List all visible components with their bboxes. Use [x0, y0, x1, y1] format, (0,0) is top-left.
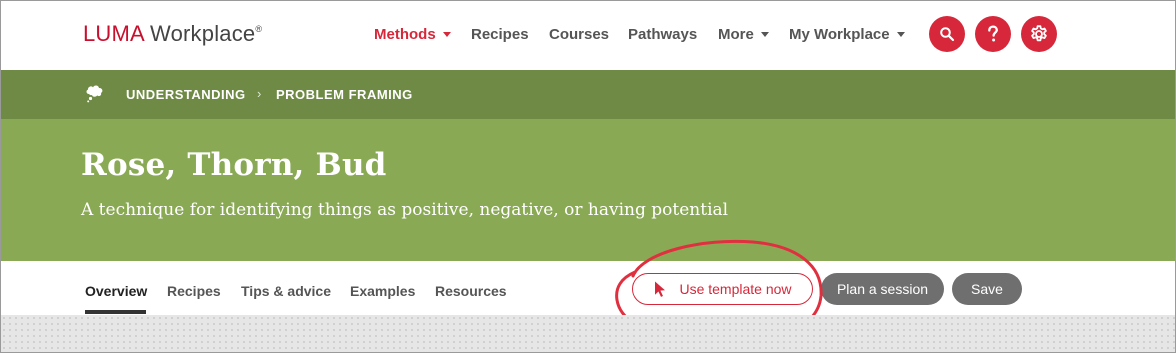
breadcrumb-problem-framing[interactable]: PROBLEM FRAMING	[276, 87, 413, 102]
plan-session-button[interactable]: Plan a session	[821, 273, 944, 305]
tab-recipes[interactable]: Recipes	[167, 283, 221, 299]
save-button[interactable]: Save	[952, 273, 1022, 305]
nav-methods[interactable]: Methods	[374, 26, 451, 43]
nav-methods-label: Methods	[374, 26, 436, 43]
thought-cloud-icon	[86, 85, 103, 103]
nav-pathways-label: Pathways	[628, 26, 698, 43]
nav-my-workplace-label: My Workplace	[789, 26, 890, 43]
gear-icon	[1031, 25, 1047, 42]
tab-examples[interactable]: Examples	[350, 283, 415, 299]
nav-recipes-label: Recipes	[471, 26, 529, 43]
nav-recipes[interactable]: Recipes	[471, 26, 529, 43]
tab-resources[interactable]: Resources	[435, 283, 507, 299]
breadcrumb: UNDERSTANDING › PROBLEM FRAMING	[1, 70, 1175, 119]
page-title: Rose, Thorn, Bud	[81, 147, 387, 183]
nav-my-workplace[interactable]: My Workplace	[789, 26, 905, 43]
tabs-bar: Overview Recipes Tips & advice Examples …	[1, 261, 1175, 315]
tab-tips-advice[interactable]: Tips & advice	[241, 283, 331, 299]
search-icon	[940, 27, 955, 42]
chevron-down-icon	[442, 31, 451, 37]
page-subtitle: A technique for identifying things as po…	[81, 200, 729, 220]
nav-courses[interactable]: Courses	[549, 26, 609, 43]
content-area-background	[1, 315, 1175, 352]
tab-overview[interactable]: Overview	[85, 283, 147, 299]
nav-courses-label: Courses	[549, 26, 610, 43]
cursor-pointer-icon	[655, 281, 666, 297]
breadcrumb-separator: ›	[257, 86, 262, 101]
nav-pathways[interactable]: Pathways	[628, 26, 697, 43]
search-button[interactable]	[929, 16, 965, 52]
breadcrumb-understanding[interactable]: UNDERSTANDING	[126, 87, 246, 102]
luma-workplace-logo[interactable]: LUMA Workplace®	[83, 21, 262, 47]
page-frame: LUMA Workplace® Methods Recipes Courses …	[0, 0, 1176, 353]
use-template-label: Use template now	[679, 281, 792, 297]
chevron-down-icon	[760, 31, 769, 37]
help-button[interactable]	[975, 16, 1011, 52]
logo-workplace-text: Workplace	[150, 21, 256, 46]
use-template-button[interactable]: Use template now	[632, 273, 813, 305]
nav-more-label: More	[718, 26, 754, 43]
top-nav: LUMA Workplace® Methods Recipes Courses …	[1, 1, 1175, 70]
nav-more[interactable]: More	[718, 26, 769, 43]
settings-button[interactable]	[1021, 16, 1057, 52]
active-tab-indicator	[85, 310, 146, 314]
chevron-down-icon	[896, 31, 905, 37]
help-icon	[988, 25, 998, 42]
hero-banner: Rose, Thorn, Bud A technique for identif…	[1, 119, 1175, 261]
logo-luma-text: LUMA	[83, 21, 144, 46]
logo-registered-mark: ®	[255, 24, 263, 34]
